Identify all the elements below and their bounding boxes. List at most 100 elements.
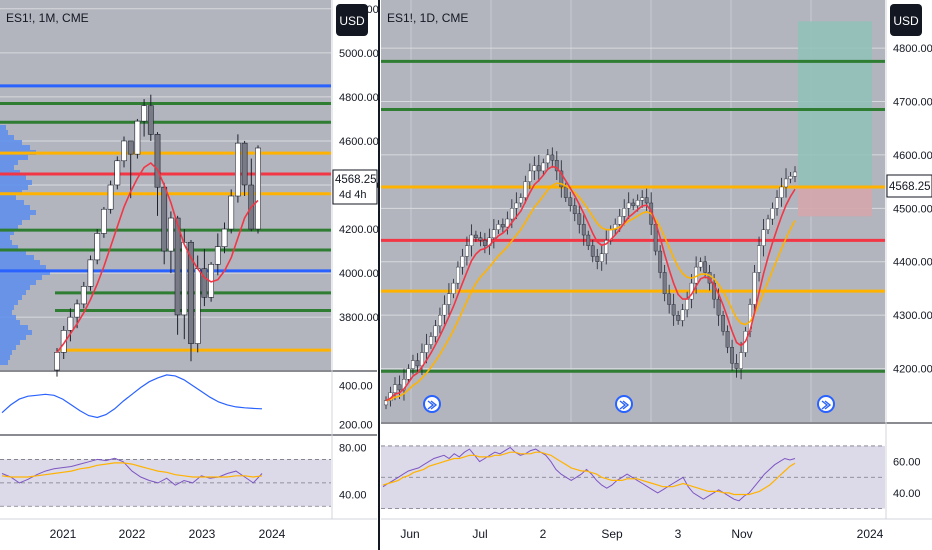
candle[interactable] [473, 234, 478, 238]
candle[interactable] [80, 286, 87, 305]
candle[interactable] [676, 314, 681, 321]
candle[interactable] [424, 344, 429, 353]
candle[interactable] [730, 347, 734, 364]
candle[interactable] [658, 250, 663, 273]
candle[interactable] [757, 245, 761, 273]
candle[interactable] [581, 224, 586, 236]
candle[interactable] [442, 304, 447, 316]
candle[interactable] [505, 218, 510, 228]
candle[interactable] [775, 197, 779, 209]
position-target-zone[interactable] [798, 21, 872, 186]
candle[interactable] [635, 200, 640, 206]
candle[interactable] [127, 140, 134, 155]
candle[interactable] [194, 268, 201, 344]
candle[interactable] [752, 272, 757, 305]
candle[interactable] [662, 272, 667, 294]
candle[interactable] [563, 186, 568, 198]
candle[interactable] [447, 293, 451, 305]
candle[interactable] [532, 165, 537, 172]
candle[interactable] [644, 197, 649, 204]
candle[interactable] [214, 246, 221, 265]
candle[interactable] [716, 298, 721, 316]
candle[interactable] [147, 105, 154, 135]
candle[interactable] [739, 352, 743, 369]
candle[interactable] [478, 237, 483, 241]
candle[interactable] [527, 170, 532, 182]
candle[interactable] [482, 240, 487, 246]
candle[interactable] [384, 400, 388, 406]
candle[interactable] [181, 241, 188, 316]
candle[interactable] [241, 142, 248, 186]
candle[interactable] [67, 316, 74, 331]
candle[interactable] [509, 208, 514, 220]
candle[interactable] [766, 218, 770, 230]
candle[interactable] [761, 229, 766, 246]
candle[interactable] [465, 245, 469, 257]
candle[interactable] [121, 140, 127, 162]
candle[interactable] [107, 184, 114, 210]
candle[interactable] [631, 202, 636, 206]
candle[interactable] [161, 186, 168, 252]
candle[interactable] [415, 360, 420, 367]
candle[interactable] [469, 234, 474, 246]
monthly-chart-panel[interactable]: 3800.004000.004200.004400.004600.004800.… [0, 0, 379, 541]
candle[interactable] [74, 303, 80, 318]
candle[interactable] [174, 217, 181, 316]
candle[interactable] [54, 352, 60, 371]
candle[interactable] [438, 314, 442, 327]
candle[interactable] [698, 261, 703, 268]
candle[interactable] [429, 336, 433, 345]
candle[interactable] [451, 282, 456, 294]
candle[interactable] [622, 208, 627, 217]
candle[interactable] [94, 233, 101, 261]
candle[interactable] [721, 314, 725, 332]
candle[interactable] [518, 197, 523, 204]
candle[interactable] [87, 259, 94, 287]
candle[interactable] [496, 224, 501, 230]
position-stop-zone[interactable] [798, 185, 872, 217]
candle[interactable] [545, 154, 550, 164]
candle[interactable] [101, 208, 107, 234]
candle[interactable] [770, 208, 775, 220]
candle[interactable] [541, 162, 546, 172]
candle[interactable] [779, 186, 784, 198]
candle[interactable] [433, 325, 438, 337]
candle[interactable] [671, 304, 676, 316]
candle[interactable] [141, 105, 147, 122]
candle[interactable] [703, 261, 708, 273]
candle[interactable] [456, 266, 460, 284]
candle[interactable] [114, 160, 121, 186]
candle[interactable] [523, 181, 528, 198]
candle[interactable] [577, 213, 582, 225]
candle[interactable] [572, 205, 577, 214]
candle[interactable] [221, 228, 228, 247]
candle[interactable] [536, 165, 541, 172]
candle[interactable] [599, 253, 604, 262]
candle[interactable] [734, 363, 739, 369]
candle[interactable] [586, 234, 591, 246]
candle[interactable] [406, 368, 411, 380]
candle[interactable] [514, 202, 519, 209]
candle[interactable] [793, 171, 797, 177]
candle[interactable] [168, 217, 174, 252]
candle[interactable] [568, 197, 573, 206]
candle[interactable] [784, 178, 788, 188]
candle[interactable] [491, 229, 496, 238]
candle[interactable] [685, 298, 690, 311]
candle[interactable] [680, 309, 685, 321]
candle[interactable] [500, 224, 505, 228]
candle[interactable] [590, 245, 595, 257]
daily-chart-panel[interactable]: 4200.00 4300.00 4400.00 4500.00 4600.00 4700.… [381, 0, 932, 541]
candle[interactable] [411, 360, 415, 369]
candle[interactable] [725, 330, 730, 348]
candle[interactable] [626, 202, 631, 209]
candle[interactable] [154, 134, 161, 188]
candle[interactable] [667, 293, 672, 305]
candle[interactable] [134, 120, 141, 155]
candle[interactable] [617, 216, 622, 225]
candle[interactable] [460, 256, 465, 268]
candle[interactable] [788, 176, 793, 180]
candle[interactable] [640, 197, 645, 201]
candle[interactable] [595, 256, 600, 262]
candle[interactable] [201, 268, 208, 298]
